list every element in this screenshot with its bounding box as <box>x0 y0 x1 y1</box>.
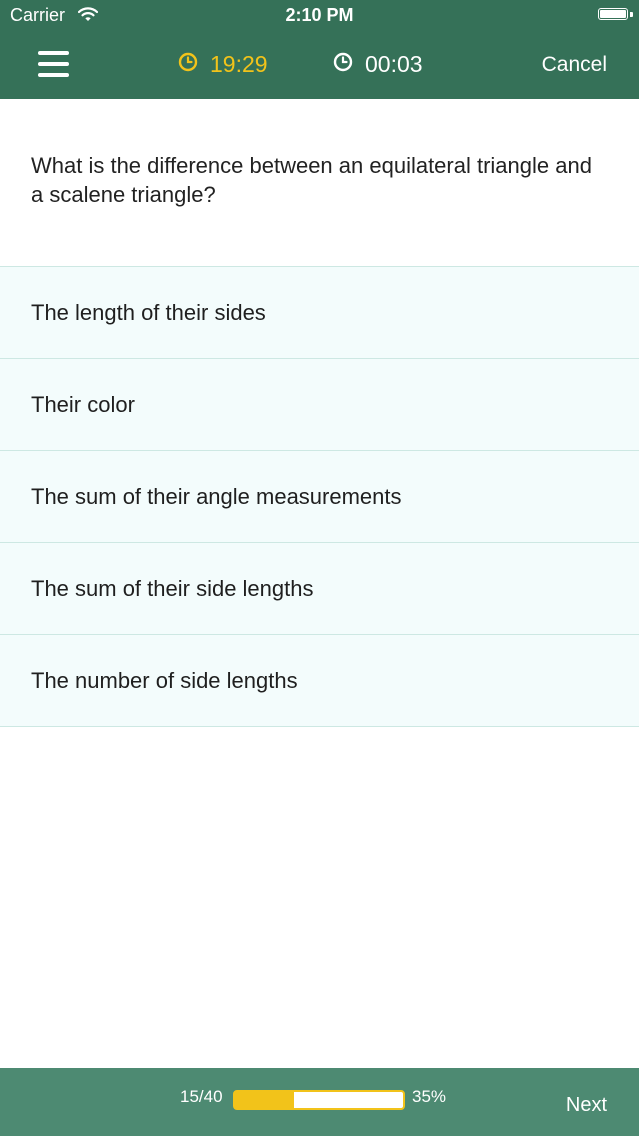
answer-option[interactable]: The sum of their angle measurements <box>0 451 639 543</box>
answer-option[interactable]: Their color <box>0 359 639 451</box>
countdown-value: 19:29 <box>210 50 268 77</box>
menu-button[interactable] <box>38 51 70 77</box>
hamburger-menu-icon <box>38 51 69 55</box>
cancel-button[interactable]: Cancel <box>542 53 607 77</box>
answer-label: The sum of their angle measurements <box>31 483 402 509</box>
battery-icon <box>598 8 628 20</box>
answer-label: The number of side lengths <box>31 667 298 693</box>
answer-label: Their color <box>31 391 135 417</box>
clock-icon <box>178 51 198 78</box>
clock-icon <box>333 51 353 78</box>
progress-fill <box>235 1092 294 1108</box>
status-time: 2:10 PM <box>285 5 354 25</box>
question-text: What is the difference between an equila… <box>31 153 592 207</box>
status-bar: Carrier 2:10 PM <box>0 0 639 32</box>
answer-list: The length of their sides Their color Th… <box>0 266 639 727</box>
elapsed-timer: 00:03 <box>333 50 423 78</box>
answer-option[interactable]: The number of side lengths <box>0 635 639 727</box>
progress-percent: 35% <box>412 1087 447 1106</box>
elapsed-value: 00:03 <box>365 50 423 77</box>
progress-count: 15/40 <box>180 1087 223 1106</box>
battery-tip <box>630 12 633 17</box>
top-bar: Carrier 2:10 PM 19:29 00:03 Cancel <box>0 0 639 99</box>
answer-option[interactable]: The sum of their side lengths <box>0 543 639 635</box>
answer-label: The length of their sides <box>31 299 266 325</box>
countdown-timer: 19:29 <box>178 50 268 78</box>
bottom-bar: 15/40 35% Next <box>0 1068 639 1136</box>
answer-option[interactable]: The length of their sides <box>0 267 639 359</box>
progress-bar <box>233 1090 405 1110</box>
answer-label: The sum of their side lengths <box>31 575 314 601</box>
next-button[interactable]: Next <box>566 1094 607 1117</box>
